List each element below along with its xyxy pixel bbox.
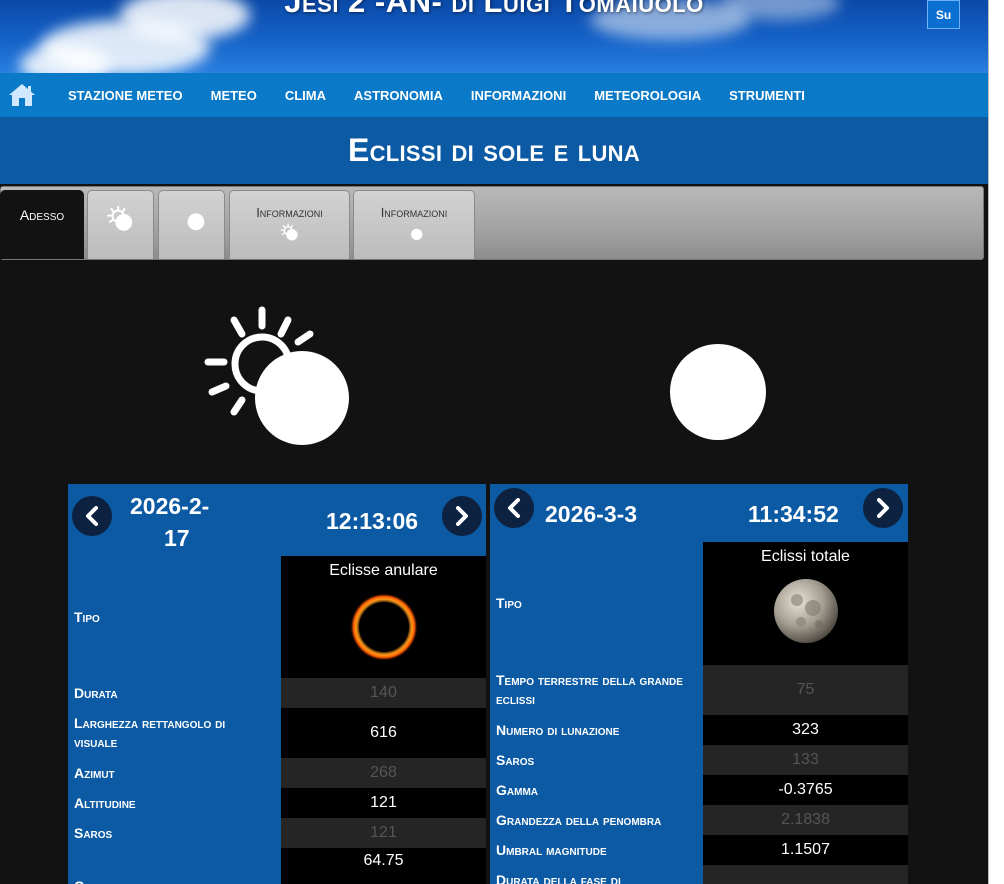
- table-row: Grandezza della penombra 2.1838: [490, 805, 908, 835]
- page-title: Eclissi di sole e luna: [347, 132, 641, 168]
- eclipse-type: Eclissi totale: [761, 548, 850, 565]
- window-scrollbar[interactable]: [988, 0, 1004, 884]
- tabs-area: Adesso Informazioni Informazioni: [0, 184, 988, 282]
- table-row: Saros 121: [68, 818, 486, 848]
- lunar-time: 11:34:52: [748, 501, 839, 527]
- table-row: Larghezza rettangolo di visuale 616: [68, 708, 486, 758]
- chevron-left-icon: [86, 506, 98, 526]
- nav-stazione-meteo[interactable]: STAZIONE METEO: [68, 88, 183, 103]
- lunar-eclipse-icon: [627, 306, 770, 451]
- chevron-right-icon: [456, 506, 468, 526]
- table-row: Coordinate 64.75: [68, 848, 486, 884]
- solar-time: 12:13:06: [326, 508, 419, 534]
- lunar-data-table: Tipo Eclissi totale Tempo terrestre dell…: [490, 542, 908, 884]
- chevron-right-icon: [877, 498, 889, 518]
- tab-info-solar[interactable]: Informazioni: [229, 190, 350, 259]
- annular-eclipse-image: [349, 593, 418, 661]
- tab-info-lunar[interactable]: Informazioni: [353, 190, 475, 259]
- tab-lunar[interactable]: [158, 190, 225, 259]
- solar-eclipse-icon: [280, 223, 300, 245]
- row-label: Tipo: [496, 595, 522, 611]
- lunar-date: 2026-3-3: [545, 501, 638, 527]
- nav-meteorologia[interactable]: METEOROLOGIA: [594, 88, 701, 103]
- tab-label: Adesso: [19, 207, 65, 223]
- lunar-eclipse-icon: [404, 223, 424, 245]
- chevron-left-icon: [508, 498, 520, 518]
- main-nav: STAZIONE METEO METEO CLIMA ASTRONOMIA IN…: [0, 73, 988, 117]
- tab-adesso[interactable]: Adesso: [0, 190, 84, 259]
- moon-image: [773, 579, 838, 643]
- table-row: Altitudine 121: [68, 788, 486, 818]
- table-row: Tempo terrestre della grande eclissi 75: [490, 665, 908, 715]
- table-row: Umbral magnitude 1.1507: [490, 835, 908, 865]
- table-row: Saros 133: [490, 745, 908, 775]
- solar-data-table: Tipo Eclisse anulare Durata 140 Larghezz…: [68, 556, 486, 884]
- table-row: Durata 140: [68, 678, 486, 708]
- table-row: Durata della fase di: [490, 865, 908, 884]
- nav-astronomia[interactable]: ASTRONOMIA: [354, 88, 443, 103]
- tab-label: Informazioni: [380, 205, 448, 220]
- solar-eclipse-icon: [204, 306, 352, 453]
- solar-eclipse-icon: [106, 205, 136, 236]
- table-row: Gamma -0.3765: [490, 775, 908, 805]
- site-title: Jesi 2 -AN- di Luigi Tomaiuolo: [284, 0, 704, 19]
- solar-date: 2026-2- 17: [130, 493, 210, 551]
- header-banner: Jesi 2 -AN- di Luigi Tomaiuolo Su: [0, 0, 988, 73]
- next-solar-button[interactable]: [442, 496, 482, 536]
- next-lunar-button[interactable]: [863, 488, 903, 528]
- table-row: Tipo Eclissi totale: [490, 542, 908, 665]
- lunar-eclipse-icon: [177, 205, 207, 236]
- home-icon[interactable]: [2, 73, 42, 117]
- table-row: Azimut 268: [68, 758, 486, 788]
- table-row: Numero di lunazione 323: [490, 715, 908, 745]
- lunar-eclipse-panel: 2026-3-3 11:34:52 Tipo Eclissi totale Te…: [490, 484, 908, 884]
- nav-strumenti[interactable]: STRUMENTI: [729, 88, 805, 103]
- table-row: Tipo Eclisse anulare: [68, 556, 486, 678]
- nav-informazioni[interactable]: INFORMAZIONI: [471, 88, 566, 103]
- row-label: Tipo: [74, 608, 100, 625]
- prev-lunar-button[interactable]: [494, 488, 534, 528]
- nav-meteo[interactable]: METEO: [211, 88, 257, 103]
- solar-eclipse-panel: 2026-2- 17 12:13:06 Tipo Eclisse anulare: [68, 484, 486, 884]
- eclipse-type: Eclisse anulare: [329, 562, 438, 579]
- prev-solar-button[interactable]: [72, 496, 112, 536]
- nav-clima[interactable]: CLIMA: [285, 88, 326, 103]
- row-value: Eclissi totale: [703, 542, 908, 665]
- page-title-bar: Eclissi di sole e luna: [0, 117, 988, 184]
- eclipse-content: 2026-2- 17 12:13:06 Tipo Eclisse anulare: [0, 282, 988, 884]
- scroll-up-button[interactable]: Su: [927, 0, 960, 29]
- tab-label: Informazioni: [256, 205, 323, 220]
- row-value: Eclisse anulare: [281, 556, 486, 678]
- tab-solar[interactable]: [87, 190, 154, 259]
